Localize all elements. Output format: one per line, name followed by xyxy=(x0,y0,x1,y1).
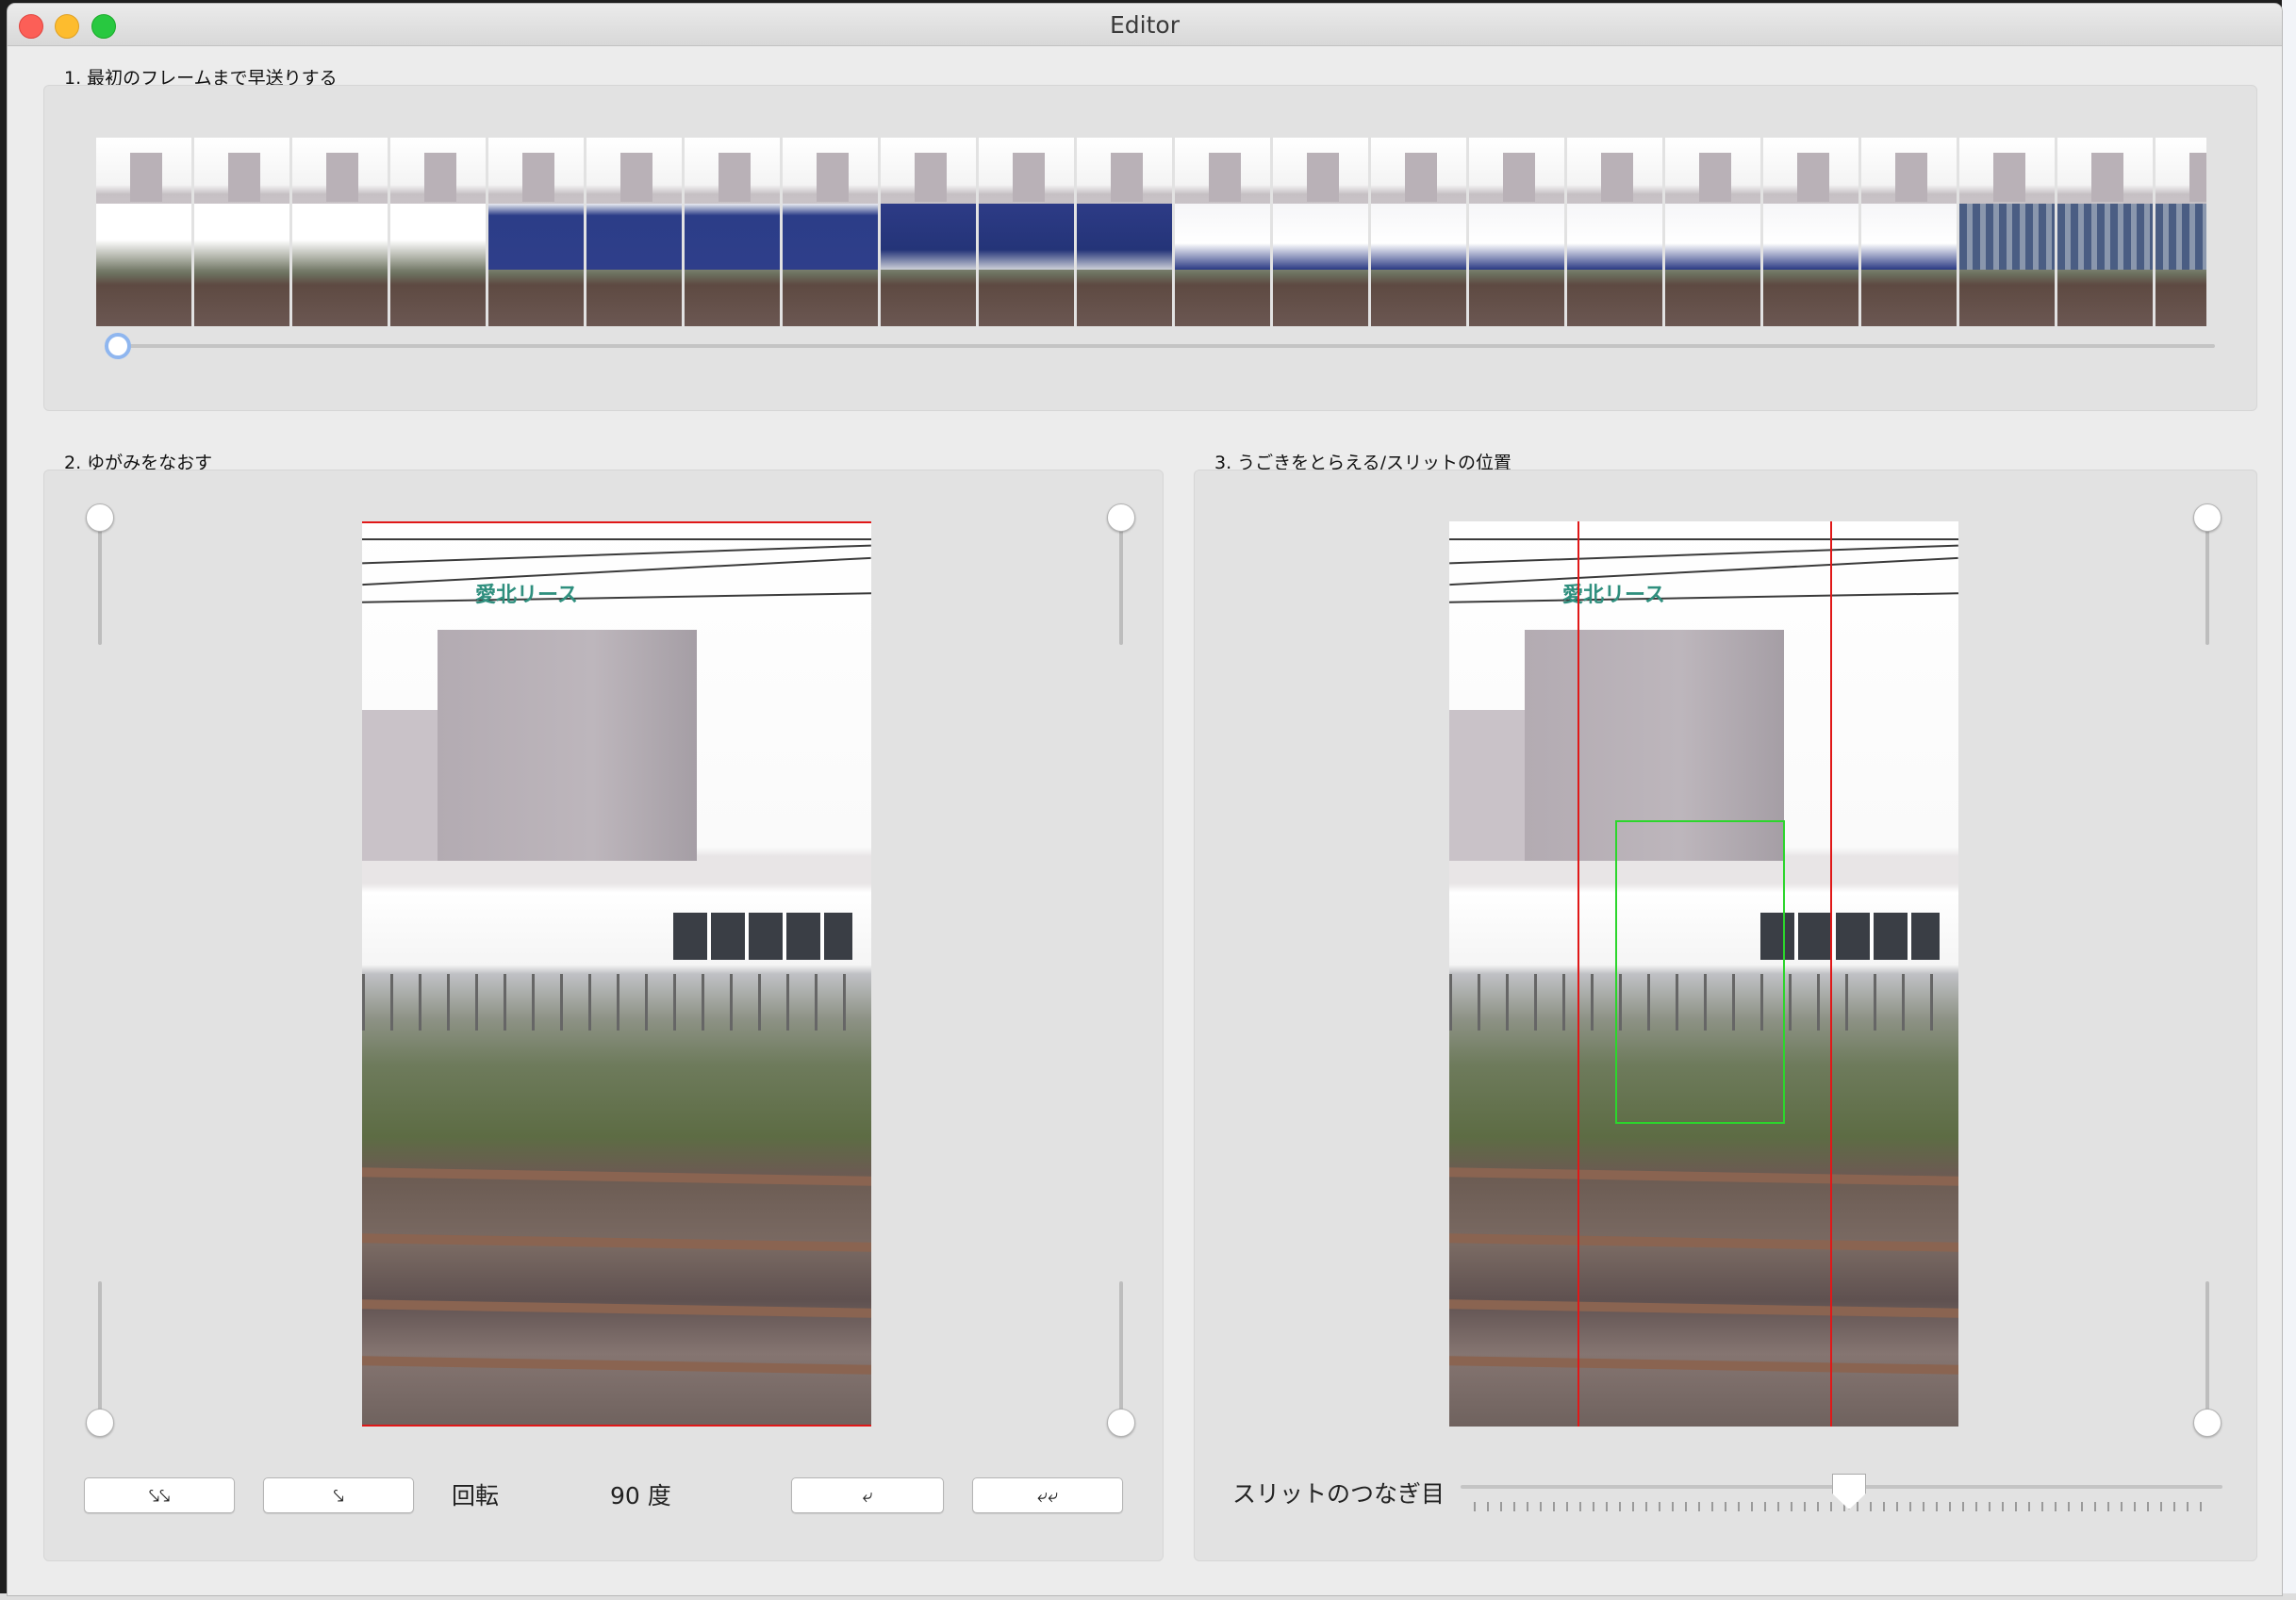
frame-thumbnail xyxy=(1567,138,1662,326)
rotate-right-button[interactable]: ⤶ xyxy=(791,1477,944,1513)
filmstrip xyxy=(96,138,2206,326)
top-left-slider-knob[interactable] xyxy=(86,503,114,532)
top-distortion-line xyxy=(362,521,871,523)
background-desktop xyxy=(2282,0,2296,1600)
top-left-slider-track[interactable] xyxy=(98,513,102,645)
frame-thumbnail xyxy=(1175,138,1270,326)
slit-right-line[interactable] xyxy=(1830,521,1832,1427)
frame-thumbnail xyxy=(194,138,289,326)
section3-group: 愛北リース スリットのつなぎ目 xyxy=(1194,470,2257,1561)
slit-top-slider-track[interactable] xyxy=(2205,513,2209,645)
frame-thumbnail xyxy=(292,138,388,326)
top-right-slider-knob[interactable] xyxy=(1107,503,1135,532)
frame-thumbnail xyxy=(1665,138,1760,326)
section2-group: 愛北リース ⤥⤥ ⤥ 回転 90 度 ⤶ ⤶⤶ xyxy=(43,470,1164,1561)
titlebar: Editor xyxy=(8,4,2282,46)
top-right-slider-track[interactable] xyxy=(1119,513,1123,645)
bottom-left-slider-track[interactable] xyxy=(98,1281,102,1423)
window-title: Editor xyxy=(1110,11,1180,39)
slit-bottom-slider-track[interactable] xyxy=(2205,1281,2209,1423)
bottom-right-slider-track[interactable] xyxy=(1119,1281,1123,1423)
frame-slider-knob[interactable] xyxy=(105,333,131,359)
rotation-value: 90 度 xyxy=(610,1482,671,1509)
slit-top-slider-knob[interactable] xyxy=(2193,503,2222,532)
frame-thumbnail xyxy=(488,138,584,326)
frame-thumbnail xyxy=(1371,138,1466,326)
slit-bottom-slider-knob[interactable] xyxy=(2193,1409,2222,1437)
rotate-right-double-button[interactable]: ⤶⤶ xyxy=(972,1477,1123,1513)
bottom-left-slider-knob[interactable] xyxy=(86,1409,114,1437)
slit-left-line[interactable] xyxy=(1577,521,1579,1427)
section1-group xyxy=(43,85,2257,411)
frame-thumbnail xyxy=(96,138,191,326)
slit-seam-label: スリットのつなぎ目 xyxy=(1232,1480,1445,1508)
frame-thumbnail xyxy=(586,138,682,326)
distortion-preview-image: 愛北リース xyxy=(362,521,871,1427)
bottom-distortion-line xyxy=(362,1425,871,1427)
sign-text: 愛北リース xyxy=(475,584,578,607)
frame-thumbnail xyxy=(1077,138,1172,326)
frame-thumbnail xyxy=(1959,138,2055,326)
frame-thumbnail xyxy=(2156,138,2206,326)
frame-thumbnail xyxy=(2057,138,2153,326)
frame-thumbnail xyxy=(390,138,486,326)
frame-thumbnail xyxy=(979,138,1074,326)
bottom-right-slider-knob[interactable] xyxy=(1107,1409,1135,1437)
editor-window: Editor 1. 最初のフレームまで早送りする 2. ゆがみをなおす 愛北リー… xyxy=(8,4,2282,1595)
rotate-left-button[interactable]: ⤥ xyxy=(263,1477,414,1513)
frame-thumbnail xyxy=(783,138,878,326)
rotate-left-double-button[interactable]: ⤥⤥ xyxy=(84,1477,235,1513)
frame-thumbnail xyxy=(1763,138,1858,326)
frame-thumbnail xyxy=(1273,138,1368,326)
rotation-label: 回転 xyxy=(452,1482,500,1509)
frame-thumbnail xyxy=(1469,138,1564,326)
frame-thumbnail xyxy=(881,138,976,326)
motion-tracking-box[interactable] xyxy=(1615,820,1785,1124)
frame-thumbnail xyxy=(1861,138,1957,326)
frame-thumbnail xyxy=(685,138,780,326)
frame-slider-track[interactable] xyxy=(110,344,2215,348)
